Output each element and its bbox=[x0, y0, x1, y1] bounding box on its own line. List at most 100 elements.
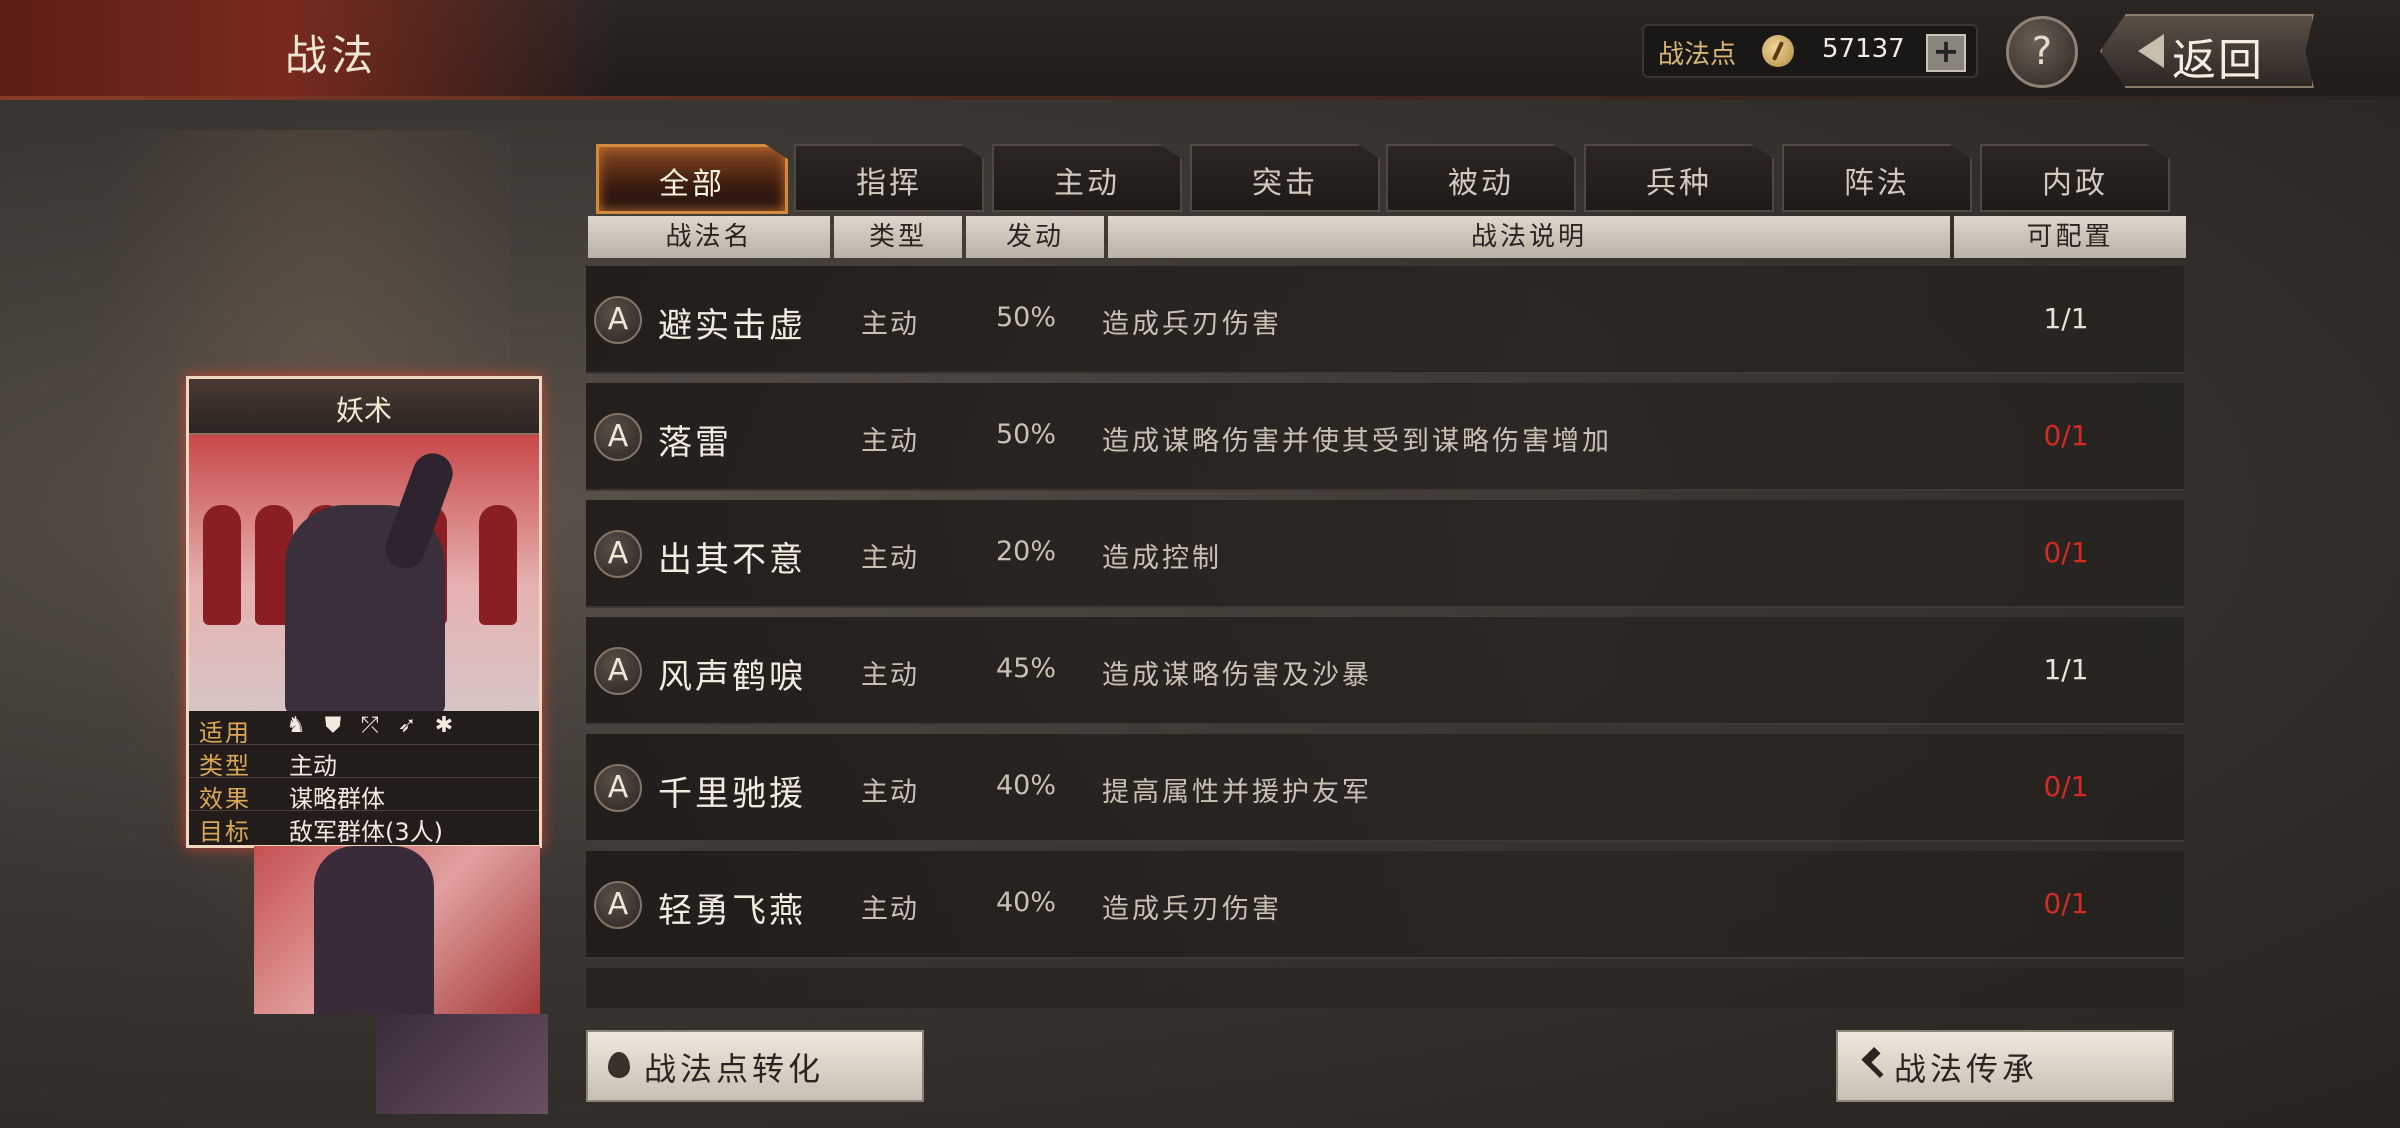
tab-passive[interactable]: 被动 bbox=[1386, 144, 1576, 212]
grade-badge: A bbox=[594, 296, 642, 344]
skill-type: 主动 bbox=[861, 309, 919, 340]
tab-active[interactable]: 主动 bbox=[992, 144, 1182, 212]
grade-badge: A bbox=[594, 647, 642, 695]
info-key-target: 目标 bbox=[199, 818, 251, 846]
tab-label: 被动 bbox=[1448, 166, 1514, 201]
skill-description: 造成谋略伤害并使其受到谋略伤害增加 bbox=[1102, 426, 1612, 457]
table-row[interactable]: A 落雷 主动 50% 造成谋略伤害并使其受到谋略伤害增加 0/1 bbox=[586, 383, 2184, 491]
troop-icons: ♞ ⛊ ⤱ ➶ ✱ bbox=[285, 715, 470, 741]
page-title: 战法 bbox=[285, 31, 378, 80]
skill-card[interactable]: 妖术 适用 ♞ ⛊ ⤱ ➶ ✱ 类型 主动 效果 谋略群体 目标 敌军群体(3人) bbox=[186, 376, 542, 848]
column-header-available[interactable]: 可配置 bbox=[1954, 216, 2186, 258]
add-points-button[interactable]: + bbox=[1926, 34, 1966, 72]
drop-icon bbox=[608, 1052, 630, 1078]
tab-label: 全部 bbox=[659, 167, 725, 202]
info-key-effect: 效果 bbox=[199, 785, 251, 813]
column-header-name[interactable]: 战法名 bbox=[588, 216, 830, 258]
shield-icon: ⛊ bbox=[324, 713, 342, 738]
info-value-target: 敌军群体(3人) bbox=[289, 818, 443, 846]
skill-rate: 50% bbox=[996, 302, 1057, 333]
stacked-skill-card[interactable] bbox=[254, 846, 540, 1014]
row-divider bbox=[586, 723, 2184, 725]
skill-rate: 40% bbox=[996, 887, 1057, 918]
tab-formation[interactable]: 阵法 bbox=[1782, 144, 1972, 212]
tab-label: 内政 bbox=[2042, 166, 2108, 201]
skill-name: 千里驰援 bbox=[658, 774, 806, 814]
table-row[interactable]: A 避实击虚 主动 50% 造成兵刃伤害 1/1 bbox=[586, 266, 2184, 374]
back-button[interactable]: 返回 bbox=[2100, 14, 2314, 88]
soldier-silhouette bbox=[203, 505, 241, 625]
skill-points-label: 战法点 bbox=[1658, 40, 1737, 70]
skill-points-panel: 战法点 57137 + bbox=[1642, 24, 1978, 78]
skill-availability: 0/1 bbox=[2043, 419, 2089, 452]
table-row[interactable]: A 轻勇飞燕 主动 40% 造成兵刃伤害 0/1 bbox=[586, 851, 2184, 959]
skill-type: 主动 bbox=[861, 894, 919, 925]
back-arrow-icon bbox=[2138, 34, 2164, 68]
skill-availability: 1/1 bbox=[2043, 302, 2089, 335]
tab-label: 阵法 bbox=[1844, 166, 1910, 201]
skill-description: 造成控制 bbox=[1102, 543, 1222, 574]
tab-assault[interactable]: 突击 bbox=[1190, 144, 1380, 212]
table-row-partial[interactable] bbox=[586, 968, 2184, 1008]
skill-availability: 0/1 bbox=[2043, 536, 2089, 569]
wheel-icon: ✱ bbox=[434, 713, 454, 738]
tab-label: 突击 bbox=[1252, 166, 1318, 201]
skill-availability: 1/1 bbox=[2043, 653, 2089, 686]
skill-type: 主动 bbox=[861, 660, 919, 691]
skill-type: 主动 bbox=[861, 543, 919, 574]
skill-name: 避实击虚 bbox=[658, 306, 806, 346]
skill-card-title: 妖术 bbox=[335, 394, 392, 427]
bow-icon: ⤱ bbox=[361, 713, 379, 738]
table-row[interactable]: A 千里驰援 主动 40% 提高属性并援护友军 0/1 bbox=[586, 734, 2184, 842]
row-divider bbox=[586, 840, 2184, 842]
info-row-type: 类型 主动 bbox=[189, 744, 539, 780]
tab-troop-type[interactable]: 兵种 bbox=[1584, 144, 1774, 212]
info-value-type: 主动 bbox=[289, 752, 337, 780]
skill-description: 造成兵刃伤害 bbox=[1102, 309, 1282, 340]
skill-rate: 50% bbox=[996, 419, 1057, 450]
skill-description: 提高属性并援护友军 bbox=[1102, 777, 1372, 808]
grade-badge: A bbox=[594, 881, 642, 929]
cavalry-icon: ♞ bbox=[286, 713, 306, 738]
tab-all[interactable]: 全部 bbox=[596, 144, 788, 214]
column-header-description: 战法说明 bbox=[1108, 216, 1950, 258]
info-row-effect: 效果 谋略群体 bbox=[189, 777, 539, 813]
inherit-skill-button[interactable]: 战法传承 bbox=[1836, 1030, 2174, 1102]
soldier-silhouette bbox=[479, 505, 517, 625]
convert-points-button[interactable]: 战法点转化 bbox=[586, 1030, 924, 1102]
skill-type: 主动 bbox=[861, 426, 919, 457]
table-row[interactable]: A 出其不意 主动 20% 造成控制 0/1 bbox=[586, 500, 2184, 608]
help-button[interactable]: ? bbox=[2006, 16, 2078, 88]
skill-type: 主动 bbox=[861, 777, 919, 808]
hammer-icon bbox=[1858, 1050, 1888, 1080]
row-divider bbox=[586, 372, 2184, 374]
info-row-applies: 适用 ♞ ⛊ ⤱ ➶ ✱ bbox=[189, 711, 539, 747]
grade-badge: A bbox=[594, 764, 642, 812]
inherit-skill-label: 战法传承 bbox=[1894, 1050, 2039, 1088]
tab-command[interactable]: 指挥 bbox=[794, 144, 984, 212]
row-divider bbox=[586, 957, 2184, 959]
skill-rate: 45% bbox=[996, 653, 1057, 684]
grade-badge: A bbox=[594, 413, 642, 461]
skill-name: 风声鹤唳 bbox=[658, 657, 806, 697]
skill-rate: 40% bbox=[996, 770, 1057, 801]
info-value-effect: 谋略群体 bbox=[289, 785, 385, 813]
column-header-rate[interactable]: 发动 bbox=[966, 216, 1104, 258]
skill-points-value: 57137 bbox=[1822, 34, 1905, 64]
stacked-skill-card[interactable] bbox=[376, 1014, 548, 1114]
tab-label: 指挥 bbox=[856, 166, 922, 201]
skill-card-art bbox=[189, 435, 539, 711]
skill-rate: 20% bbox=[996, 536, 1057, 567]
tab-label: 兵种 bbox=[1646, 166, 1712, 201]
column-header-type[interactable]: 类型 bbox=[834, 216, 962, 258]
skill-card-header: 妖术 bbox=[189, 379, 539, 435]
tab-internal-affairs[interactable]: 内政 bbox=[1980, 144, 2170, 212]
tab-label: 主动 bbox=[1054, 166, 1120, 201]
convert-points-label: 战法点转化 bbox=[644, 1050, 825, 1088]
skill-name: 落雷 bbox=[658, 423, 732, 463]
spear-icon: ➶ bbox=[397, 713, 417, 738]
back-button-label: 返回 bbox=[2172, 35, 2264, 86]
skill-name: 轻勇飞燕 bbox=[658, 891, 806, 931]
info-key-type: 类型 bbox=[199, 752, 251, 780]
table-row[interactable]: A 风声鹤唳 主动 45% 造成谋略伤害及沙暴 1/1 bbox=[586, 617, 2184, 725]
